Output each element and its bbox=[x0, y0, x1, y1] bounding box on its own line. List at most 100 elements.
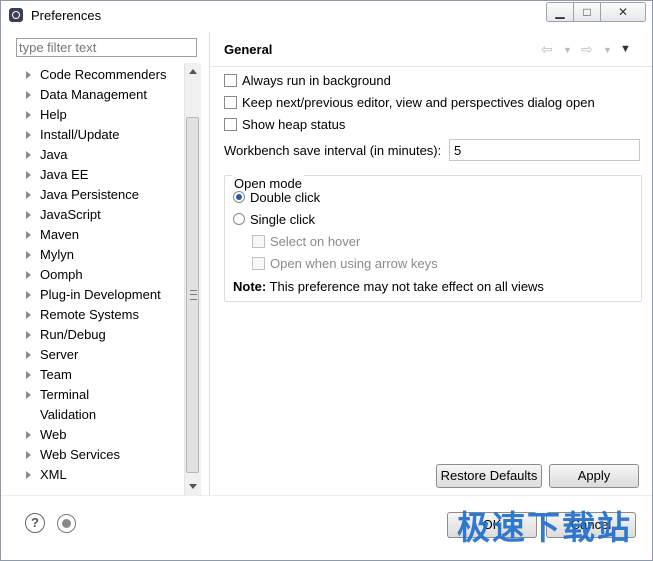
left-pane: Code Recommenders Data Management Help Inst… bbox=[7, 32, 207, 495]
help-icon[interactable]: ? bbox=[25, 513, 45, 533]
tree-item[interactable]: Plug-in Development bbox=[17, 285, 185, 305]
expand-arrow-icon[interactable] bbox=[26, 331, 31, 339]
page-title: General bbox=[224, 42, 273, 57]
expand-arrow-icon[interactable] bbox=[26, 131, 31, 139]
forward-arrow-icon[interactable]: ⇨ bbox=[581, 41, 593, 58]
forward-dropdown-icon[interactable]: ▼ bbox=[603, 45, 612, 55]
preference-page: General ⇦ ▼ ⇨ ▼ ▼ Always run in backgrou… bbox=[211, 32, 652, 495]
select-on-hover-label: Select on hover bbox=[270, 234, 361, 249]
tree-item-label: JavaScript bbox=[40, 207, 101, 222]
tree-item-label: Help bbox=[40, 107, 67, 122]
expand-arrow-icon[interactable] bbox=[26, 191, 31, 199]
tree-item-label: Install/Update bbox=[40, 127, 120, 142]
stop-icon[interactable] bbox=[57, 514, 76, 533]
tree-item[interactable]: Maven bbox=[17, 225, 185, 245]
checkbox-icon[interactable] bbox=[224, 74, 237, 87]
tree-item-label: Data Management bbox=[40, 87, 147, 102]
tree-item[interactable]: Oomph bbox=[17, 265, 185, 285]
tree-item[interactable]: Server bbox=[17, 345, 185, 365]
tree-item[interactable]: Team bbox=[17, 365, 185, 385]
expand-arrow-icon[interactable] bbox=[26, 391, 31, 399]
tree-item[interactable]: Data Management bbox=[17, 85, 185, 105]
close-button[interactable]: ✕ bbox=[600, 2, 646, 22]
grip-icon bbox=[190, 290, 197, 300]
expand-arrow-icon[interactable] bbox=[26, 471, 31, 479]
note-text: Note: This preference may not take effec… bbox=[233, 278, 544, 296]
radio-icon[interactable] bbox=[233, 213, 245, 225]
expand-arrow-icon[interactable] bbox=[26, 431, 31, 439]
close-icon: ✕ bbox=[617, 5, 629, 19]
single-click-radio[interactable]: Single click bbox=[233, 210, 315, 230]
expand-arrow-icon[interactable] bbox=[26, 291, 31, 299]
scroll-thumb[interactable] bbox=[186, 117, 199, 473]
keep-dialog-open-checkbox[interactable]: Keep next/previous editor, view and pers… bbox=[224, 93, 595, 113]
always-run-checkbox[interactable]: Always run in background bbox=[224, 71, 391, 91]
scroll-down-icon[interactable] bbox=[189, 484, 197, 489]
open-arrow-keys-checkbox: Open when using arrow keys bbox=[252, 254, 438, 274]
pane-divider[interactable] bbox=[209, 32, 210, 495]
tree-item-label: Server bbox=[40, 347, 79, 362]
tree-item[interactable]: Validation bbox=[17, 405, 185, 425]
radio-selected-icon[interactable] bbox=[233, 191, 245, 203]
tree-item[interactable]: XML bbox=[17, 465, 185, 485]
tree-item[interactable]: Java Persistence bbox=[17, 185, 185, 205]
view-menu-icon[interactable]: ▼ bbox=[620, 43, 631, 55]
tree-item[interactable]: Code Recommenders bbox=[17, 65, 185, 85]
expand-arrow-icon[interactable] bbox=[26, 271, 31, 279]
tree-item-label: Java EE bbox=[40, 167, 89, 182]
footer-divider bbox=[1, 495, 652, 496]
tree-item[interactable]: Terminal bbox=[17, 385, 185, 405]
expand-arrow-icon[interactable] bbox=[26, 111, 31, 119]
expand-arrow-icon[interactable] bbox=[26, 351, 31, 359]
tree-item-label: Terminal bbox=[40, 387, 90, 402]
tree-item[interactable]: Remote Systems bbox=[17, 305, 185, 325]
expand-arrow-icon[interactable] bbox=[26, 211, 31, 219]
expand-arrow-icon[interactable] bbox=[26, 231, 31, 239]
expand-arrow-icon[interactable] bbox=[26, 371, 31, 379]
tree-item-label: Maven bbox=[40, 227, 80, 242]
tree-item-label: Java Persistence bbox=[40, 187, 139, 202]
expand-arrow-icon[interactable] bbox=[26, 151, 31, 159]
expand-arrow-icon[interactable] bbox=[26, 71, 31, 79]
expand-arrow-icon[interactable] bbox=[26, 91, 31, 99]
double-click-radio[interactable]: Double click bbox=[233, 188, 320, 208]
expand-arrow-icon[interactable] bbox=[26, 311, 31, 319]
tree-item[interactable]: Web bbox=[17, 425, 185, 445]
tree-item[interactable]: Web Services bbox=[17, 445, 185, 465]
tree-item-label: Code Recommenders bbox=[40, 67, 167, 82]
minimize-button[interactable]: ▁ bbox=[546, 2, 574, 22]
preference-tree: Code Recommenders Data Management Help Inst… bbox=[17, 63, 185, 495]
tree-item-label: Run/Debug bbox=[40, 327, 106, 342]
expand-arrow-icon[interactable] bbox=[26, 171, 31, 179]
checkbox-disabled-icon bbox=[252, 235, 265, 248]
tree-item[interactable]: Install/Update bbox=[17, 125, 185, 145]
back-dropdown-icon[interactable]: ▼ bbox=[563, 45, 572, 55]
tree-item[interactable]: Java EE bbox=[17, 165, 185, 185]
tree-item-label: Web Services bbox=[40, 447, 120, 462]
maximize-button[interactable]: □ bbox=[573, 2, 601, 22]
scroll-up-icon[interactable] bbox=[189, 69, 197, 74]
tree-item-label: Oomph bbox=[40, 267, 83, 282]
restore-defaults-button[interactable]: Restore Defaults bbox=[436, 464, 542, 488]
checkbox-disabled-icon bbox=[252, 257, 265, 270]
apply-button[interactable]: Apply bbox=[549, 464, 639, 488]
tree-item[interactable]: JavaScript bbox=[17, 205, 185, 225]
tree-scrollbar[interactable] bbox=[184, 63, 201, 495]
tree-item[interactable]: Mylyn bbox=[17, 245, 185, 265]
filter-input[interactable] bbox=[16, 38, 197, 57]
tree-item[interactable]: Run/Debug bbox=[17, 325, 185, 345]
back-arrow-icon[interactable]: ⇦ bbox=[541, 41, 553, 58]
checkbox-icon[interactable] bbox=[224, 118, 237, 131]
note-message: This preference may not take effect on a… bbox=[266, 279, 544, 294]
tree-item[interactable]: Java bbox=[17, 145, 185, 165]
tree-item-label: XML bbox=[40, 467, 67, 482]
tree-item[interactable]: Help bbox=[17, 105, 185, 125]
expand-arrow-icon[interactable] bbox=[26, 251, 31, 259]
checkbox-icon[interactable] bbox=[224, 96, 237, 109]
single-click-label: Single click bbox=[250, 212, 316, 227]
tree-item-label: Mylyn bbox=[40, 247, 74, 262]
expand-arrow-icon[interactable] bbox=[26, 451, 31, 459]
save-interval-input[interactable] bbox=[449, 139, 640, 161]
always-run-label: Always run in background bbox=[242, 73, 391, 88]
show-heap-checkbox[interactable]: Show heap status bbox=[224, 115, 345, 135]
